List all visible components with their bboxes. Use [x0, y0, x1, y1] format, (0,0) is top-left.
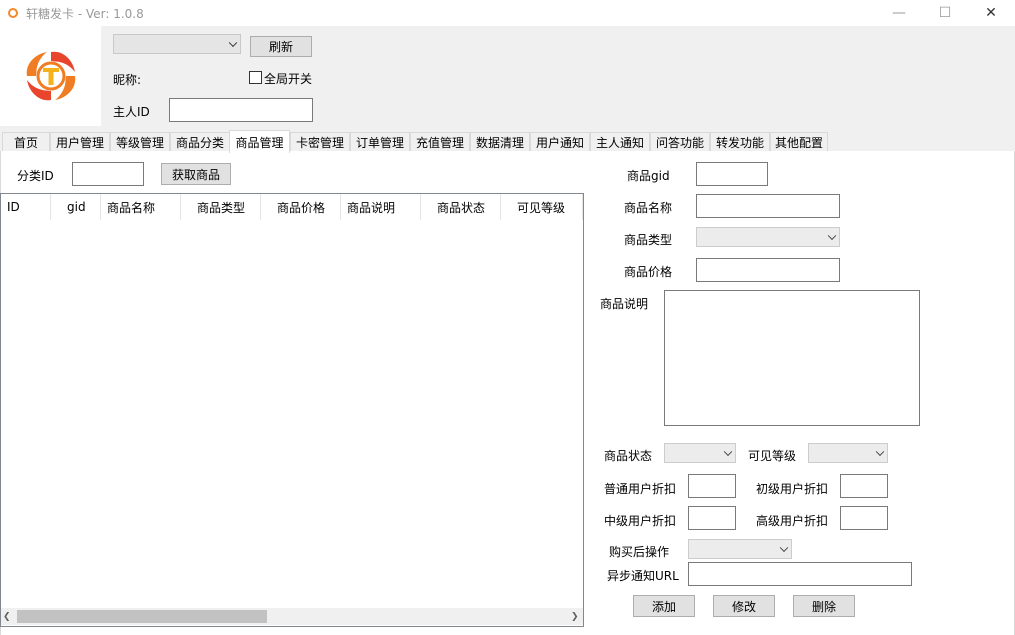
senior-discount-input[interactable]	[840, 506, 888, 530]
column-header[interactable]: 商品名称	[101, 194, 181, 220]
column-header[interactable]: 商品说明	[341, 194, 421, 220]
middle-discount-label: 中级用户折扣	[604, 514, 677, 528]
owner-id-label: 主人ID	[113, 105, 150, 119]
desc-label: 商品说明	[600, 297, 649, 311]
tab-data-cleanup[interactable]: 数据清理	[470, 132, 530, 152]
logo	[0, 26, 101, 126]
tab-product-category[interactable]: 商品分类	[170, 132, 230, 152]
tab-level-management[interactable]: 等级管理	[110, 132, 170, 152]
scroll-right-icon[interactable]: ❯	[571, 612, 579, 622]
column-header[interactable]: gid	[51, 194, 101, 220]
name-label: 商品名称	[624, 201, 673, 215]
async-url-label: 异步通知URL	[607, 569, 679, 583]
visible-level-select[interactable]	[808, 443, 888, 463]
tab-product-management[interactable]: 商品管理	[229, 130, 290, 153]
edit-button[interactable]: 修改	[713, 595, 775, 617]
tab-user-management[interactable]: 用户管理	[50, 132, 110, 152]
account-select[interactable]	[113, 34, 241, 54]
chevron-down-icon	[723, 447, 733, 457]
gid-label: 商品gid	[627, 169, 670, 183]
normal-discount-input[interactable]	[688, 474, 736, 498]
price-label: 商品价格	[624, 265, 673, 279]
tab-recharge-management[interactable]: 充值管理	[410, 132, 470, 152]
chevron-down-icon	[875, 447, 885, 457]
type-select[interactable]	[696, 227, 840, 247]
delete-button[interactable]: 删除	[793, 595, 855, 617]
category-id-input[interactable]	[72, 162, 144, 186]
tab-qa[interactable]: 问答功能	[650, 132, 710, 152]
tab-owner-notify[interactable]: 主人通知	[590, 132, 650, 152]
logo-t-icon	[26, 51, 76, 101]
global-switch-checkbox[interactable]	[249, 71, 262, 84]
column-header[interactable]: 商品状态	[421, 194, 501, 220]
product-table[interactable]: ID gid 商品名称 商品类型 商品价格 商品说明 商品状态 可见等级	[0, 193, 584, 627]
after-purchase-select[interactable]	[688, 539, 792, 559]
close-button[interactable]: ✕	[968, 0, 1014, 26]
title-bar: 轩糖发卡 - Ver: 1.0.8 — ☐ ✕	[0, 0, 1015, 26]
scrollbar-thumb[interactable]	[17, 610, 267, 623]
maximize-button[interactable]: ☐	[922, 0, 968, 26]
desc-textarea[interactable]	[664, 290, 920, 426]
tab-order-management[interactable]: 订单管理	[350, 132, 410, 152]
get-products-button[interactable]: 获取商品	[161, 163, 231, 185]
add-button[interactable]: 添加	[633, 595, 695, 617]
global-switch-label: 全局开关	[264, 72, 313, 86]
tab-other-config[interactable]: 其他配置	[770, 132, 828, 152]
column-header[interactable]: ID	[1, 194, 51, 220]
price-input[interactable]	[696, 258, 840, 282]
app-icon	[8, 8, 18, 18]
middle-discount-input[interactable]	[688, 506, 736, 530]
minimize-button[interactable]: —	[876, 0, 922, 26]
junior-discount-input[interactable]	[840, 474, 888, 498]
junior-discount-label: 初级用户折扣	[756, 482, 829, 496]
senior-discount-label: 高级用户折扣	[756, 514, 829, 528]
after-purchase-label: 购买后操作	[609, 545, 670, 559]
horizontal-scrollbar[interactable]: ❮ ❯	[1, 608, 583, 625]
tab-card-management[interactable]: 卡密管理	[290, 132, 350, 152]
scroll-left-icon[interactable]: ❮	[3, 612, 11, 622]
category-id-label: 分类ID	[17, 169, 54, 183]
normal-discount-label: 普通用户折扣	[604, 482, 677, 496]
tab-strip: 首页 用户管理 等级管理 商品分类 商品管理 卡密管理 订单管理 充值管理 数据…	[0, 130, 1015, 153]
async-url-input[interactable]	[688, 562, 912, 586]
window-title: 轩糖发卡 - Ver: 1.0.8	[26, 7, 144, 21]
visible-level-label: 可见等级	[748, 449, 797, 463]
chevron-down-icon	[779, 543, 789, 553]
column-header[interactable]: 可见等级	[501, 194, 583, 220]
status-label: 商品状态	[604, 449, 653, 463]
column-header[interactable]: 商品类型	[181, 194, 261, 220]
tab-forward[interactable]: 转发功能	[710, 132, 770, 152]
chevron-down-icon	[827, 231, 837, 241]
tab-home[interactable]: 首页	[2, 132, 50, 152]
chevron-down-icon	[228, 38, 238, 48]
nickname-label: 昵称:	[113, 73, 142, 87]
type-label: 商品类型	[624, 233, 673, 247]
refresh-button[interactable]: 刷新	[250, 36, 312, 57]
tab-user-notify[interactable]: 用户通知	[530, 132, 590, 152]
name-input[interactable]	[696, 194, 840, 218]
owner-id-input[interactable]	[169, 98, 313, 122]
column-header[interactable]: 商品价格	[261, 194, 341, 220]
gid-input[interactable]	[696, 162, 768, 186]
status-select[interactable]	[664, 443, 736, 463]
